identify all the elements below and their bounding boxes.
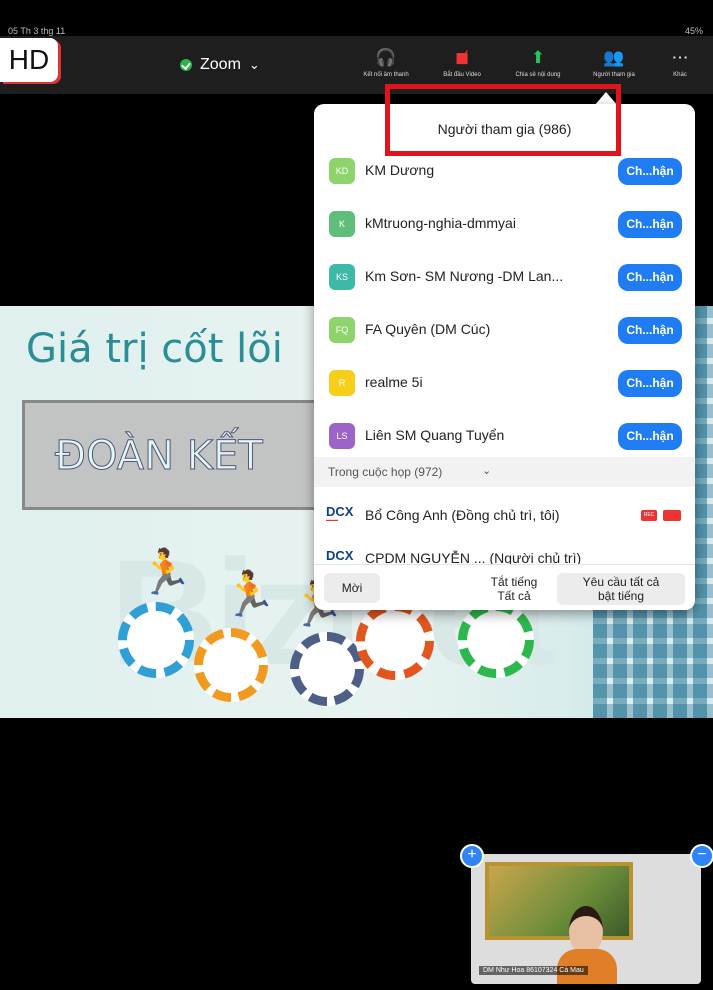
highlight-annotation (385, 84, 621, 156)
participant-name: KM Dương (365, 162, 435, 178)
list-item[interactable]: LS Liên SM Quang Tuyển Ch...hận (314, 409, 695, 462)
list-item[interactable]: DCX ▬▬▬ Bổ Công Anh (Đồng chủ trì, tôi) R… (314, 492, 695, 542)
recording-icon: REC (641, 510, 657, 521)
mute-all-line2: Tất cả (497, 589, 531, 603)
ask-unmute-line1: Yêu cầu tất cả (582, 575, 660, 589)
avatar: LS (329, 423, 355, 449)
slide-title: Giá trị cốt lõi (26, 326, 283, 372)
gear-navy-icon (290, 632, 364, 706)
slide-banner: ĐOÀN KẾT (22, 400, 367, 510)
ask-all-unmute-button[interactable]: Yêu cầu tất cả bật tiếng (557, 573, 685, 605)
chevron-down-icon: ⌄ (482, 465, 492, 477)
avatar: K (329, 211, 355, 237)
host-logo-text: DCX (326, 548, 354, 563)
avatar: R (329, 370, 355, 396)
participant-name: kMtruong-nghia-dmmyai (365, 215, 516, 231)
avatar: FQ (329, 317, 355, 343)
in-meeting-section-label: Trong cuộc họp (972) (328, 465, 443, 479)
runner-black-icon: 🏃 (138, 548, 193, 597)
list-item[interactable]: R realme 5i Ch...hận (314, 356, 695, 409)
participants-panel: Người tham gia (986) KD KM Dương Ch...hậ… (314, 104, 695, 610)
gear-green-icon (458, 602, 534, 678)
admit-button[interactable]: Ch...hận (618, 370, 682, 397)
participant-name: Km Sơn- SM Nương -DM Lan... (365, 268, 564, 284)
admit-button[interactable]: Ch...hận (618, 264, 682, 291)
video-off-icon: ◼̸ (454, 48, 470, 67)
admit-button[interactable]: Ch...hận (618, 423, 682, 450)
video-name-label: DM Như Hoa 86107324 Cà Mau (479, 966, 588, 975)
more-button-label: Khác (673, 72, 687, 78)
video-button-label: Bắt đầu Video (443, 72, 481, 78)
audio-button[interactable]: 🎧 Kết nối âm thanh (356, 48, 416, 78)
chevron-down-icon: ⌄ (248, 57, 260, 72)
list-item[interactable]: KS Km Sơn- SM Nương -DM Lan... Ch...hận (314, 250, 695, 303)
participant-list: KD KM Dương Ch...hận K kMtruong-nghia-dm… (314, 144, 695, 462)
invite-button[interactable]: Mời (324, 573, 380, 603)
participant-name: CPDM NGUYỄN ... (Người chủ trì) (365, 550, 582, 564)
headphones-icon: 🎧 (375, 48, 397, 67)
status-bar: 05 Th 3 thg 11 45% (0, 0, 713, 36)
video-button[interactable]: ◼̸ Bắt đầu Video (432, 48, 492, 78)
dcx-logo-icon: DCX (326, 548, 358, 564)
participant-name: Liên SM Quang Tuyển (365, 427, 505, 443)
dcx-logo-icon: DCX ▬▬▬ (326, 504, 354, 522)
hd-badge: HD (0, 38, 58, 82)
more-button[interactable]: ⋯ Khác (650, 48, 710, 78)
security-shield-icon (180, 59, 192, 71)
status-time: 05 Th 3 thg 11 (8, 26, 66, 36)
gear-red-icon (356, 602, 434, 680)
video-off-icon (663, 510, 681, 521)
slide-banner-text: ĐOÀN KẾT (55, 433, 264, 480)
gear-orange-icon (194, 628, 268, 702)
in-meeting-section-header[interactable]: Trong cuộc họp (972) ⌄ (314, 457, 695, 487)
mute-all-line1: Tắt tiếng (490, 575, 538, 589)
avatar: KS (329, 264, 355, 290)
participants-icon: 👥 (603, 48, 625, 67)
audio-button-label: Kết nối âm thanh (363, 72, 409, 78)
runner-blue-icon: 🏃 (222, 570, 277, 619)
list-item[interactable]: K kMtruong-nghia-dmmyai Ch...hận (314, 197, 695, 250)
ask-unmute-line2: bật tiếng (597, 589, 645, 603)
list-item[interactable]: DCX CPDM NGUYỄN ... (Người chủ trì) (314, 542, 695, 564)
share-button-label: Chia sẻ nội dung (515, 72, 561, 78)
participant-name: realme 5i (365, 374, 423, 390)
meeting-title-label: Zoom (200, 56, 241, 73)
gear-blue-icon (118, 602, 194, 678)
participants-button-label: Người tham gia (593, 72, 635, 78)
admit-button[interactable]: Ch...hận (618, 317, 682, 344)
share-button[interactable]: ⬆ Chia sẻ nội dung (508, 48, 568, 78)
participants-button[interactable]: 👥 Người tham gia (584, 48, 644, 78)
more-icon: ⋯ (671, 48, 689, 67)
self-video-thumbnail[interactable]: DM Như Hoa 86107324 Cà Mau (471, 854, 701, 984)
participants-footer: Mời Tắt tiếng Tất cả Yêu cầu tất cả bật … (314, 564, 695, 610)
participant-name: Bổ Công Anh (Đồng chủ trì, tôi) (365, 507, 560, 523)
host-status-icons: REC (641, 510, 681, 521)
admit-button[interactable]: Ch...hận (618, 158, 682, 185)
admit-button[interactable]: Ch...hận (618, 211, 682, 238)
expand-video-button[interactable]: + (460, 844, 484, 868)
mute-all-button[interactable]: Tắt tiếng Tất cả (472, 573, 556, 605)
meeting-title[interactable]: Zoom ⌄ (180, 56, 260, 74)
battery-indicator: 45% (684, 26, 703, 36)
share-screen-icon: ⬆ (530, 48, 546, 67)
list-item[interactable]: FQ FA Quyên (DM Cúc) Ch...hận (314, 303, 695, 356)
avatar: KD (329, 158, 355, 184)
participant-name: FA Quyên (DM Cúc) (365, 321, 491, 337)
collapse-video-button[interactable]: − (690, 844, 713, 868)
